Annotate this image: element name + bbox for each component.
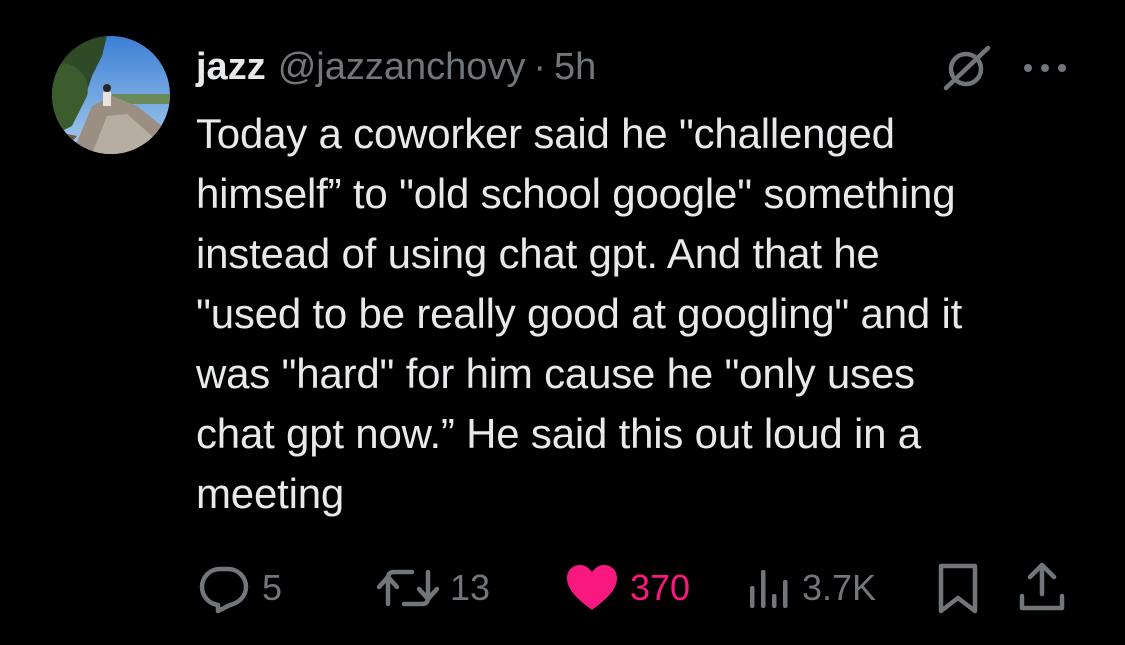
share-icon <box>1019 562 1065 611</box>
more-dots-icon[interactable] <box>1018 50 1072 86</box>
retweet-button[interactable]: 13 <box>376 560 490 616</box>
heart-icon <box>567 565 617 610</box>
tweet-actions: 5 13 370 3.7K <box>196 560 1076 616</box>
bookmark-icon <box>938 563 978 614</box>
like-count: 370 <box>630 567 691 608</box>
reply-count: 5 <box>262 567 283 608</box>
header-separator: · <box>533 46 547 88</box>
bookmark-button[interactable] <box>934 560 982 616</box>
retweet-icon <box>376 569 440 607</box>
like-button[interactable]: 370 <box>564 560 690 616</box>
reply-icon <box>199 566 249 614</box>
retweet-count: 13 <box>450 567 491 608</box>
reply-button[interactable]: 5 <box>196 560 282 616</box>
author-handle[interactable]: @jazzanchovy <box>278 40 526 94</box>
tweet-text: Today a coworker said he "challenged him… <box>196 110 963 517</box>
avatar-photo <box>52 36 170 154</box>
author-display-name[interactable]: jazz <box>196 40 266 94</box>
timestamp[interactable]: 5h <box>554 40 596 94</box>
grok-icon[interactable] <box>938 44 994 92</box>
views-icon <box>750 570 788 608</box>
views-count: 3.7K <box>802 567 877 608</box>
tweet-header: jazz @jazzanchovy · 5h <box>196 40 596 94</box>
tweet: jazz @jazzanchovy · 5h Today a coworker … <box>0 0 1125 645</box>
share-button[interactable] <box>1016 560 1068 616</box>
avatar[interactable] <box>52 36 170 154</box>
views-button[interactable]: 3.7K <box>744 560 876 616</box>
